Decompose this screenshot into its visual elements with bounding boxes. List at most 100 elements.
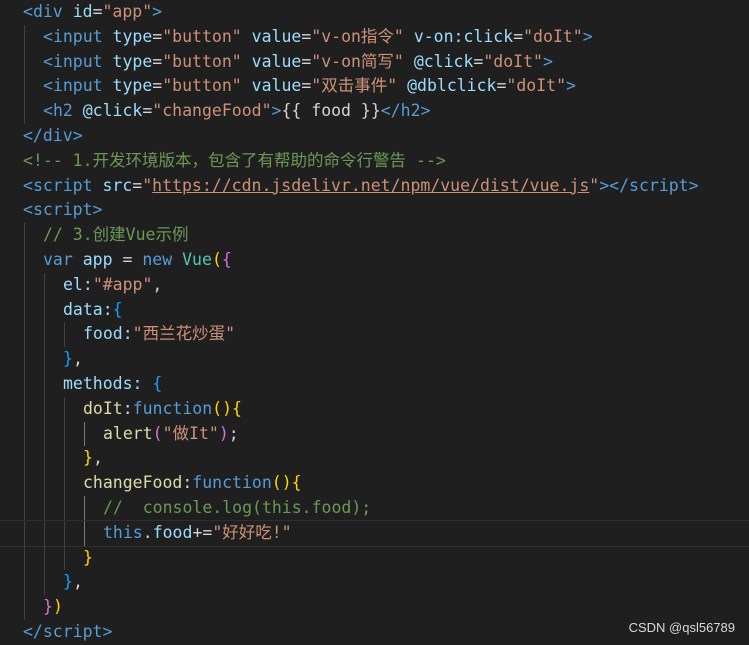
code-token: v-on:click [413,26,514,46]
code-line[interactable]: doIt:function(){ [0,396,749,422]
code-text: el:"#app", [63,273,162,298]
indent-guide [44,396,45,422]
code-text: changeFood:function(){ [83,471,302,496]
code-line[interactable]: alert("做It"); [0,421,749,447]
code-token: > [420,101,431,121]
code-text: }) [43,595,63,620]
code-token: input [52,51,103,71]
indent-guide [24,49,25,75]
indent-guide [44,446,45,472]
indent-guide [24,223,25,248]
indent-guide [24,496,25,521]
indent-guide [24,24,25,50]
code-token: "#app" [92,274,153,294]
code-line[interactable]: // 3.创建Vue示例 [0,223,749,248]
code-token: <!-- 1.开发环境版本，包含了有帮助的命令行警告 --> [23,150,446,170]
code-text: } [83,546,93,571]
code-token: { [221,250,232,269]
code-token: script [32,200,93,220]
indent-guide [44,471,45,496]
code-token: type [112,51,153,71]
code-line[interactable]: <input type="button" value="v-on简写" @cli… [0,49,749,75]
code-text: alert("做It"); [103,422,239,447]
code-line-current[interactable]: this.food+="好好吃!" [0,519,749,547]
code-line[interactable]: <input type="button" value="双击事件" @dblcl… [0,74,749,100]
code-token: " [589,175,600,195]
code-token: ) [281,473,292,493]
code-token: > [688,175,699,195]
indent-guide [24,570,25,596]
indent-guide [24,99,25,124]
code-token: ( [212,398,223,418]
code-token: @dblclick [407,76,497,96]
code-token: div [42,126,73,145]
code-token: ; [228,423,239,443]
indent-guide [84,496,85,521]
code-line[interactable]: }) [0,595,749,620]
code-editor[interactable]: <div id="app"> <input type="button" value… [0,0,749,645]
code-token: function [192,473,272,493]
code-token: "做It" [162,423,219,443]
code-token: div [32,2,63,21]
indent-guide [24,74,25,100]
code-token: type [112,26,153,46]
code-token: // 3.创建Vue示例 [43,225,189,245]
code-line[interactable]: var app = new Vue({ [0,248,749,273]
code-line[interactable]: <h2 @click="changeFood">{{ food }}</h2> [0,99,749,124]
code-token: { [291,473,302,493]
code-token: { [112,299,123,319]
indent-guide [24,446,25,472]
code-token: = [152,51,163,71]
code-token: = [473,51,484,71]
indent-guide [44,372,45,397]
code-line[interactable]: <script src="https://cdn.jsdelivr.net/np… [0,174,749,199]
code-line[interactable]: <!-- 1.开发环境版本，包含了有帮助的命令行警告 --> [0,149,749,174]
code-line[interactable]: methods: { [0,372,749,397]
code-token: } [63,349,73,369]
code-token: "doIt" [483,51,543,71]
code-line[interactable]: changeFood:function(){ [0,471,749,496]
code-line[interactable]: food:"西兰花炒蛋" [0,322,749,348]
code-token: type [112,76,153,96]
code-token: value [251,51,302,71]
code-text: this.food+="好好吃!" [103,521,292,546]
code-line[interactable]: }, [0,570,749,596]
code-token: "button" [162,26,242,46]
indent-guide [24,248,25,273]
code-line[interactable]: <script> [0,198,749,223]
code-line[interactable]: el:"#app", [0,272,749,298]
indent-guide [44,570,45,596]
code-token: , [92,448,103,468]
code-token: "西兰花炒蛋" [132,324,236,344]
code-line[interactable]: }, [0,446,749,472]
code-token: = [301,26,312,46]
code-token: { [152,374,163,393]
code-line[interactable]: data:{ [0,297,749,323]
code-token: input [52,76,103,96]
code-token: src [102,175,133,195]
indent-guide [44,322,45,348]
code-text: // console.log(this.food); [103,496,371,521]
code-token: script [42,622,103,641]
code-token: > [152,2,163,21]
code-line[interactable]: }, [0,347,749,372]
indent-guide [44,520,45,546]
code-line[interactable]: // console.log(this.food); [0,496,749,521]
indent-guide [64,520,65,546]
indent-guide [64,421,65,447]
code-token: . [142,522,153,542]
code-line[interactable]: } [0,545,749,571]
indent-guide [24,322,25,348]
indent-guide [44,297,45,323]
code-line[interactable]: <div id="app"> [0,0,749,25]
indent-guide [64,496,65,521]
code-line[interactable]: </div> [0,124,749,149]
code-line[interactable]: <input type="button" value="v-on指令" v-on… [0,24,749,50]
code-token: </ [380,101,401,121]
